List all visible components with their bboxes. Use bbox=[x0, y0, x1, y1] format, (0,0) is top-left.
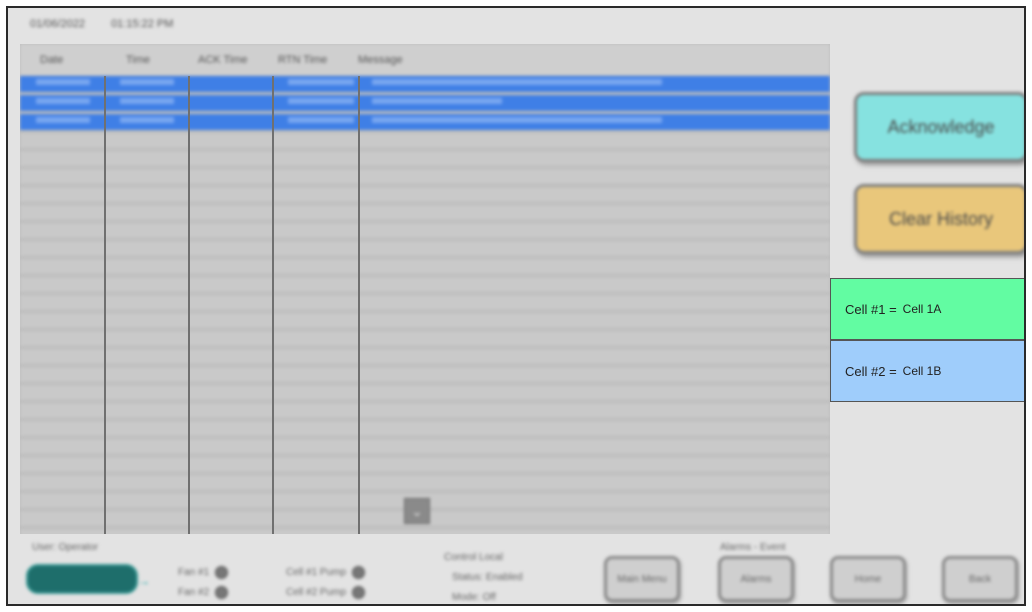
current-date: 01/06/2022 bbox=[30, 18, 86, 30]
current-time: 01:15:22 PM bbox=[111, 18, 174, 30]
table-row[interactable] bbox=[20, 169, 830, 184]
table-row[interactable] bbox=[20, 439, 830, 454]
table-row[interactable] bbox=[20, 295, 830, 310]
row-cell-text bbox=[288, 79, 354, 85]
table-row[interactable] bbox=[20, 277, 830, 292]
table-row[interactable] bbox=[20, 529, 830, 534]
table-header: Date Time ACK Time RTN Time Message bbox=[20, 44, 830, 76]
row-cell-text bbox=[36, 79, 90, 85]
row-cell-text bbox=[288, 98, 354, 104]
row-cell-text bbox=[288, 117, 354, 123]
hmi-window: 01/06/2022 01:15:22 PM Date Time ACK Tim… bbox=[6, 6, 1026, 606]
row-cell-text bbox=[36, 117, 90, 123]
control-title: Control Local bbox=[444, 552, 503, 563]
main-menu-button[interactable]: Main Menu bbox=[604, 556, 680, 602]
fan-2-status: Fan #2 bbox=[178, 586, 229, 599]
alarm-table: Date Time ACK Time RTN Time Message bbox=[20, 44, 830, 534]
status-dot-icon bbox=[215, 586, 229, 599]
row-cell-text bbox=[120, 79, 174, 85]
row-cell-text bbox=[36, 98, 90, 104]
column-divider bbox=[272, 76, 274, 534]
row-cell-text bbox=[372, 117, 662, 123]
table-row[interactable] bbox=[20, 385, 830, 400]
cell-1-indicator: Cell #1 = Cell 1A bbox=[830, 278, 1024, 340]
company-logo bbox=[26, 564, 138, 594]
chevron-down-icon: ⌄ bbox=[411, 502, 423, 519]
scroll-down-button[interactable]: ⌄ bbox=[404, 498, 430, 524]
row-cell-text bbox=[120, 98, 174, 104]
table-rows bbox=[20, 76, 830, 534]
cell-1-label: Cell #1 = bbox=[845, 301, 897, 317]
back-button[interactable]: Back bbox=[942, 556, 1018, 602]
status-bar: 01/06/2022 01:15:22 PM bbox=[30, 18, 173, 30]
cell-2-value: Cell 1B bbox=[902, 364, 942, 378]
cell-2-indicator: Cell #2 = Cell 1B bbox=[830, 340, 1024, 402]
table-row[interactable] bbox=[20, 205, 830, 220]
control-panel: Control Local Status: Enabled Mode: Off bbox=[444, 548, 523, 604]
cell-1-value: Cell 1A bbox=[902, 302, 942, 316]
acknowledge-button[interactable]: Acknowledge bbox=[854, 92, 1024, 162]
footer-panel: User: Operator → Fan #1 Fan #2 Cell #1 P… bbox=[8, 536, 1024, 604]
col-rtn-time[interactable]: RTN Time bbox=[272, 54, 356, 66]
col-date[interactable]: Date bbox=[20, 54, 104, 66]
col-message[interactable]: Message bbox=[356, 54, 830, 66]
status-dot-icon bbox=[352, 586, 366, 599]
fan-1-status: Fan #1 bbox=[178, 566, 229, 579]
home-button[interactable]: Home bbox=[830, 556, 906, 602]
row-cell-text bbox=[120, 117, 174, 123]
table-row[interactable] bbox=[20, 151, 830, 166]
table-row[interactable] bbox=[20, 403, 830, 418]
col-time[interactable]: Time bbox=[104, 54, 188, 66]
table-row[interactable] bbox=[20, 187, 830, 202]
control-status: Status: Enabled bbox=[452, 572, 523, 583]
row-cell-text bbox=[372, 79, 662, 85]
alarms-button[interactable]: Alarms bbox=[718, 556, 794, 602]
nav-label: Alarms - Event bbox=[720, 542, 786, 553]
table-row[interactable] bbox=[20, 133, 830, 148]
table-row[interactable] bbox=[20, 259, 830, 274]
table-row[interactable] bbox=[20, 76, 830, 92]
table-row[interactable] bbox=[20, 367, 830, 382]
col-ack-time[interactable]: ACK Time bbox=[188, 54, 272, 66]
table-row[interactable] bbox=[20, 475, 830, 490]
arrow-right-icon: → bbox=[138, 574, 150, 588]
clear-history-button[interactable]: Clear History bbox=[854, 184, 1024, 254]
table-row[interactable] bbox=[20, 95, 830, 111]
table-row[interactable] bbox=[20, 457, 830, 472]
table-row[interactable] bbox=[20, 331, 830, 346]
user-label: User: Operator bbox=[32, 542, 99, 553]
table-row[interactable] bbox=[20, 241, 830, 256]
cell-1-pump-status: Cell #1 Pump bbox=[286, 566, 366, 579]
status-dot-icon bbox=[352, 566, 366, 579]
cell-2-pump-status: Cell #2 Pump bbox=[286, 586, 366, 599]
column-divider bbox=[188, 76, 190, 534]
row-cell-text bbox=[372, 98, 502, 104]
table-row[interactable] bbox=[20, 223, 830, 238]
column-divider bbox=[358, 76, 360, 534]
status-dot-icon bbox=[215, 566, 229, 579]
table-row[interactable] bbox=[20, 114, 830, 130]
table-row[interactable] bbox=[20, 349, 830, 364]
cell-2-label: Cell #2 = bbox=[845, 363, 897, 379]
table-row[interactable] bbox=[20, 421, 830, 436]
table-row[interactable] bbox=[20, 313, 830, 328]
column-divider bbox=[104, 76, 106, 534]
control-mode: Mode: Off bbox=[452, 592, 496, 603]
